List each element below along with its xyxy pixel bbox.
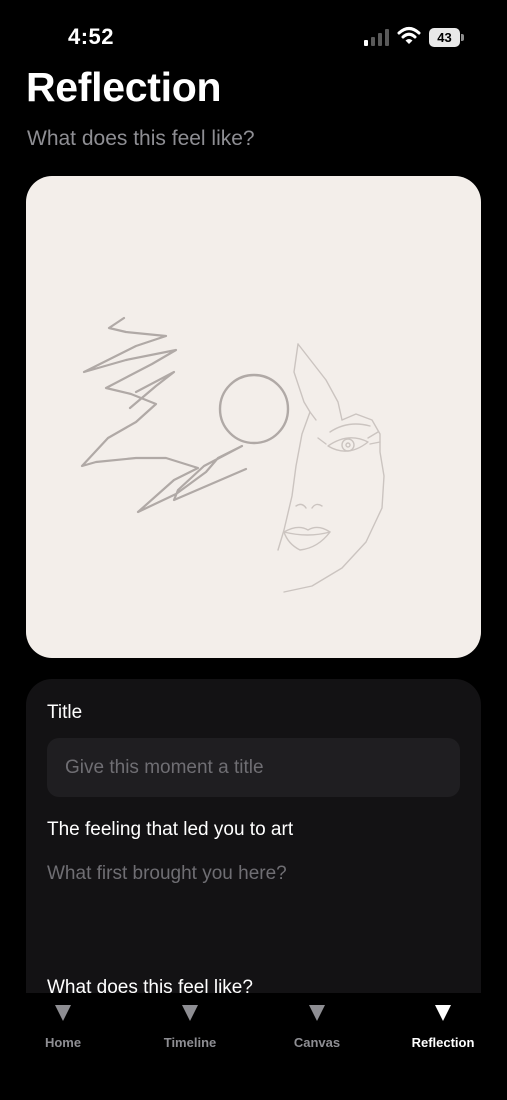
title-input[interactable] — [47, 738, 460, 797]
tab-reflection[interactable]: Reflection — [393, 1005, 493, 1065]
cellular-signal-icon — [364, 28, 390, 46]
feeling-input[interactable] — [47, 863, 460, 953]
feeling-label: The feeling that led you to art — [47, 819, 294, 840]
tab-home-label: Home — [44, 1035, 82, 1050]
tab-canvas-label: Canvas — [293, 1035, 341, 1050]
reflection-icon — [435, 1005, 451, 1021]
battery-level: 43 — [429, 28, 460, 47]
tab-timeline-label: Timeline — [163, 1035, 217, 1050]
artwork-canvas[interactable] — [26, 176, 481, 658]
tab-timeline[interactable]: Timeline — [140, 1005, 240, 1065]
timeline-icon — [182, 1005, 198, 1021]
status-time: 4:52 — [68, 24, 115, 49]
page-title: Reflection — [26, 64, 222, 110]
battery-icon: 43 — [429, 28, 464, 47]
drawing-sketch — [80, 316, 385, 593]
reflection-form: Title The feeling that led you to art Wh… — [26, 679, 481, 1009]
tab-bar: Home Timeline Canvas Reflection — [0, 993, 507, 1100]
tab-reflection-label: Reflection — [411, 1035, 475, 1050]
tab-canvas[interactable]: Canvas — [267, 1005, 367, 1065]
status-bar: 4:52 43 — [0, 0, 507, 70]
page-subtitle: What does this feel like? — [27, 127, 255, 150]
tab-home[interactable]: Home — [13, 1005, 113, 1065]
wifi-icon — [397, 26, 421, 46]
home-icon — [55, 1005, 71, 1021]
title-label: Title — [47, 702, 83, 723]
canvas-icon — [309, 1005, 325, 1021]
